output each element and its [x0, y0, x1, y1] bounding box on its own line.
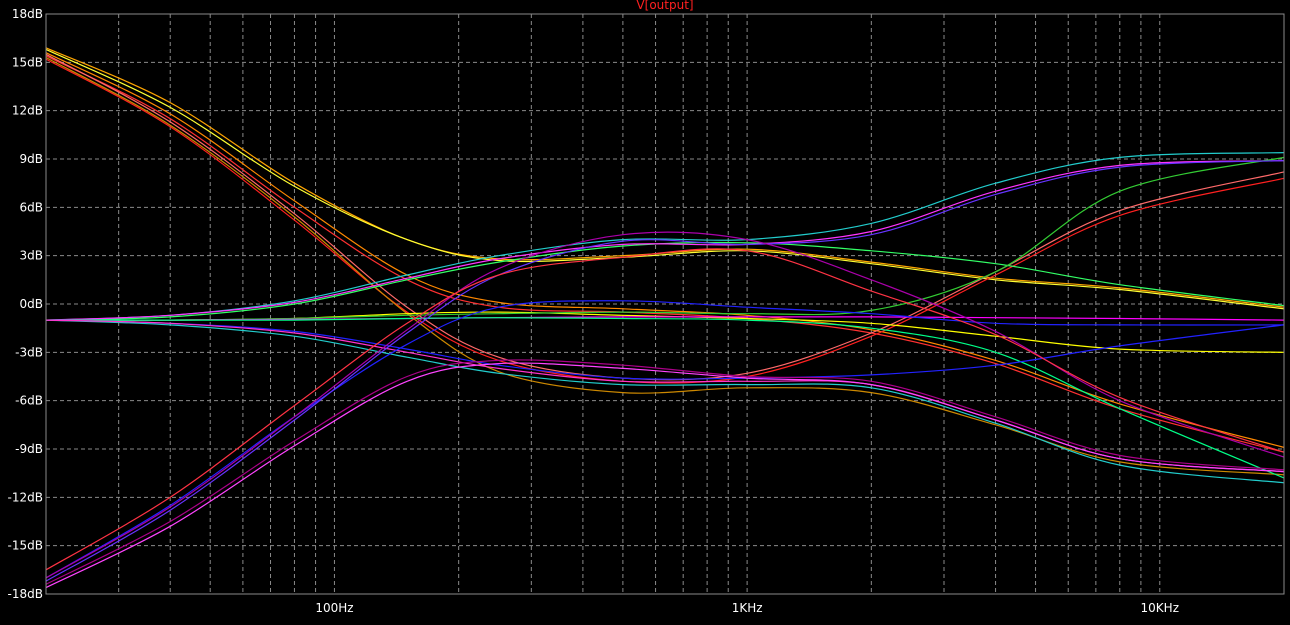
- series-line-21: [45, 248, 1285, 571]
- y-tick-label: 12dB: [12, 104, 43, 118]
- y-tick-label: 9dB: [20, 152, 43, 166]
- y-tick-label: 3dB: [20, 249, 43, 263]
- y-tick-label: -12dB: [8, 490, 43, 504]
- y-tick-label: -18dB: [8, 587, 43, 601]
- x-tick-label: 100Hz: [315, 601, 353, 615]
- y-tick-label: -15dB: [8, 539, 43, 553]
- frequency-response-plot: V[output] 18dB 15dB 12dB 9dB 6dB 3dB 0dB -3dB -6…: [0, 0, 1290, 621]
- series-lines: [45, 47, 1285, 589]
- y-tick-label: 6dB: [20, 200, 43, 214]
- series-line-18: [45, 300, 1285, 579]
- y-tick-label: 0dB: [20, 297, 43, 311]
- series-line-6: [45, 53, 1285, 381]
- x-tick-label: 1KHz: [732, 601, 763, 615]
- series-line-5: [45, 58, 1285, 384]
- series-line-7: [45, 56, 1285, 476]
- chart-canvas: V[output] 18dB 15dB 12dB 9dB 6dB 3dB 0dB -3dB -6…: [8, 0, 1285, 615]
- y-tick-label: -6dB: [15, 394, 43, 408]
- y-tick-label: 18dB: [12, 7, 43, 21]
- grid-lines: [46, 13, 1284, 595]
- series-line-10: [45, 152, 1285, 321]
- x-tick-label: 10KHz: [1141, 601, 1179, 615]
- y-tick-label: -3dB: [15, 345, 43, 359]
- chart-title: V[output]: [636, 0, 693, 12]
- y-tick-label: 15dB: [12, 55, 43, 69]
- series-line-23: [45, 359, 1285, 585]
- series-line-20: [45, 231, 1285, 579]
- y-tick-label: -9dB: [15, 442, 43, 456]
- series-line-1: [45, 47, 1285, 308]
- series-line-2: [45, 48, 1285, 310]
